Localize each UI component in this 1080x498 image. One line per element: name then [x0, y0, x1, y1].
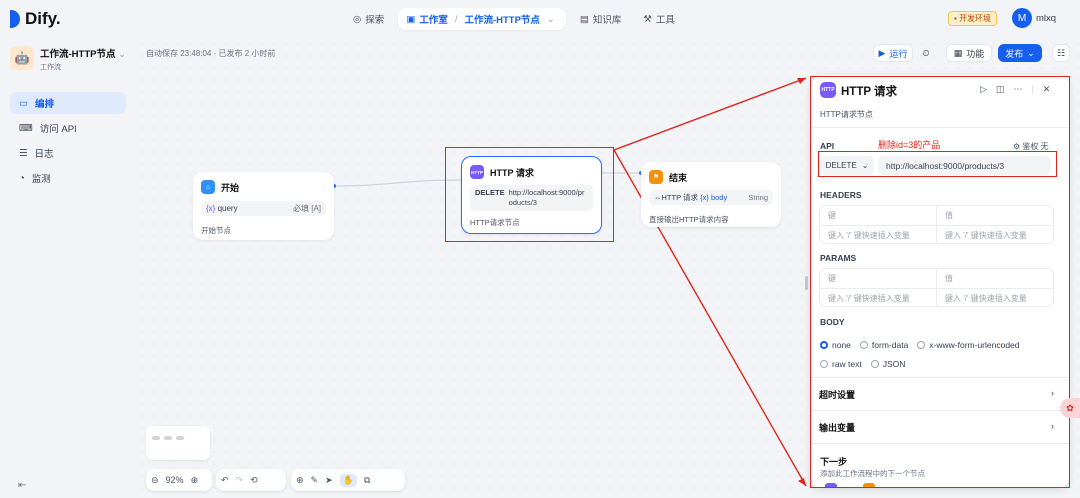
start-node[interactable]: ⌂ 开始 {x} query 必填 [A] 开始节点: [193, 172, 334, 240]
annotation-box-panel: [810, 76, 1070, 488]
zoom-controls: ⊖ 92% ⊕: [146, 469, 212, 491]
start-node-title: 开始: [221, 181, 239, 194]
home-icon: ⌂: [201, 180, 215, 194]
undo-icon[interactable]: ↶: [221, 475, 229, 486]
end-output-chip: ⇔HTTP 请求 {x} body String: [649, 190, 773, 205]
edge-start-http: [334, 180, 461, 186]
minimap-node: [152, 436, 160, 440]
organize-icon[interactable]: ⧉: [364, 475, 370, 486]
add-note-icon[interactable]: ✎: [311, 475, 319, 486]
arrow-head-2: [798, 478, 806, 486]
input-type-icon: [A]: [311, 204, 321, 213]
end-node-desc: 直接输出HTTP请求内容: [649, 214, 773, 225]
flag-icon: ⚑: [649, 170, 663, 184]
end-output-type: String: [748, 193, 768, 202]
version-history-icon[interactable]: ⟲: [250, 475, 258, 486]
minimap-node: [164, 436, 172, 440]
end-node-title: 结束: [669, 171, 687, 184]
required-label: 必填: [293, 204, 309, 213]
var-prefix: {x}: [206, 204, 215, 213]
annotation-box-node: [445, 147, 614, 242]
floating-widget-icon[interactable]: ✿: [1060, 398, 1080, 418]
end-node[interactable]: ⚑ 结束 ⇔HTTP 请求 {x} body String 直接输出HTTP请求内容: [641, 162, 781, 227]
pointer-icon[interactable]: ➤: [325, 475, 333, 486]
history-controls: ↶ ↷ ⟲: [216, 469, 286, 491]
add-node-icon[interactable]: ⊕: [296, 475, 304, 486]
minimap[interactable]: [146, 426, 210, 460]
end-output-source: HTTP 请求: [662, 193, 699, 202]
canvas-tools: ⊕ ✎ ➤ ✋ ⧉: [291, 469, 405, 491]
minimap-node: [176, 436, 184, 440]
var-name: query: [218, 204, 238, 213]
annotation-box-api: [818, 151, 1057, 177]
http-small-icon: ⇔: [654, 193, 662, 202]
start-var-chip: {x} query 必填 [A]: [201, 201, 326, 216]
zoom-in-icon[interactable]: ⊕: [191, 475, 199, 486]
hand-icon[interactable]: ✋: [340, 474, 357, 487]
panel-resize-handle[interactable]: [805, 276, 808, 290]
redo-icon[interactable]: ↷: [236, 475, 244, 486]
end-output-var: {x} body: [700, 193, 727, 202]
start-node-desc: 开始节点: [201, 225, 326, 236]
zoom-level[interactable]: 92%: [166, 475, 184, 485]
annotation-arrow-1: [614, 78, 806, 150]
zoom-out-icon[interactable]: ⊖: [151, 475, 159, 486]
